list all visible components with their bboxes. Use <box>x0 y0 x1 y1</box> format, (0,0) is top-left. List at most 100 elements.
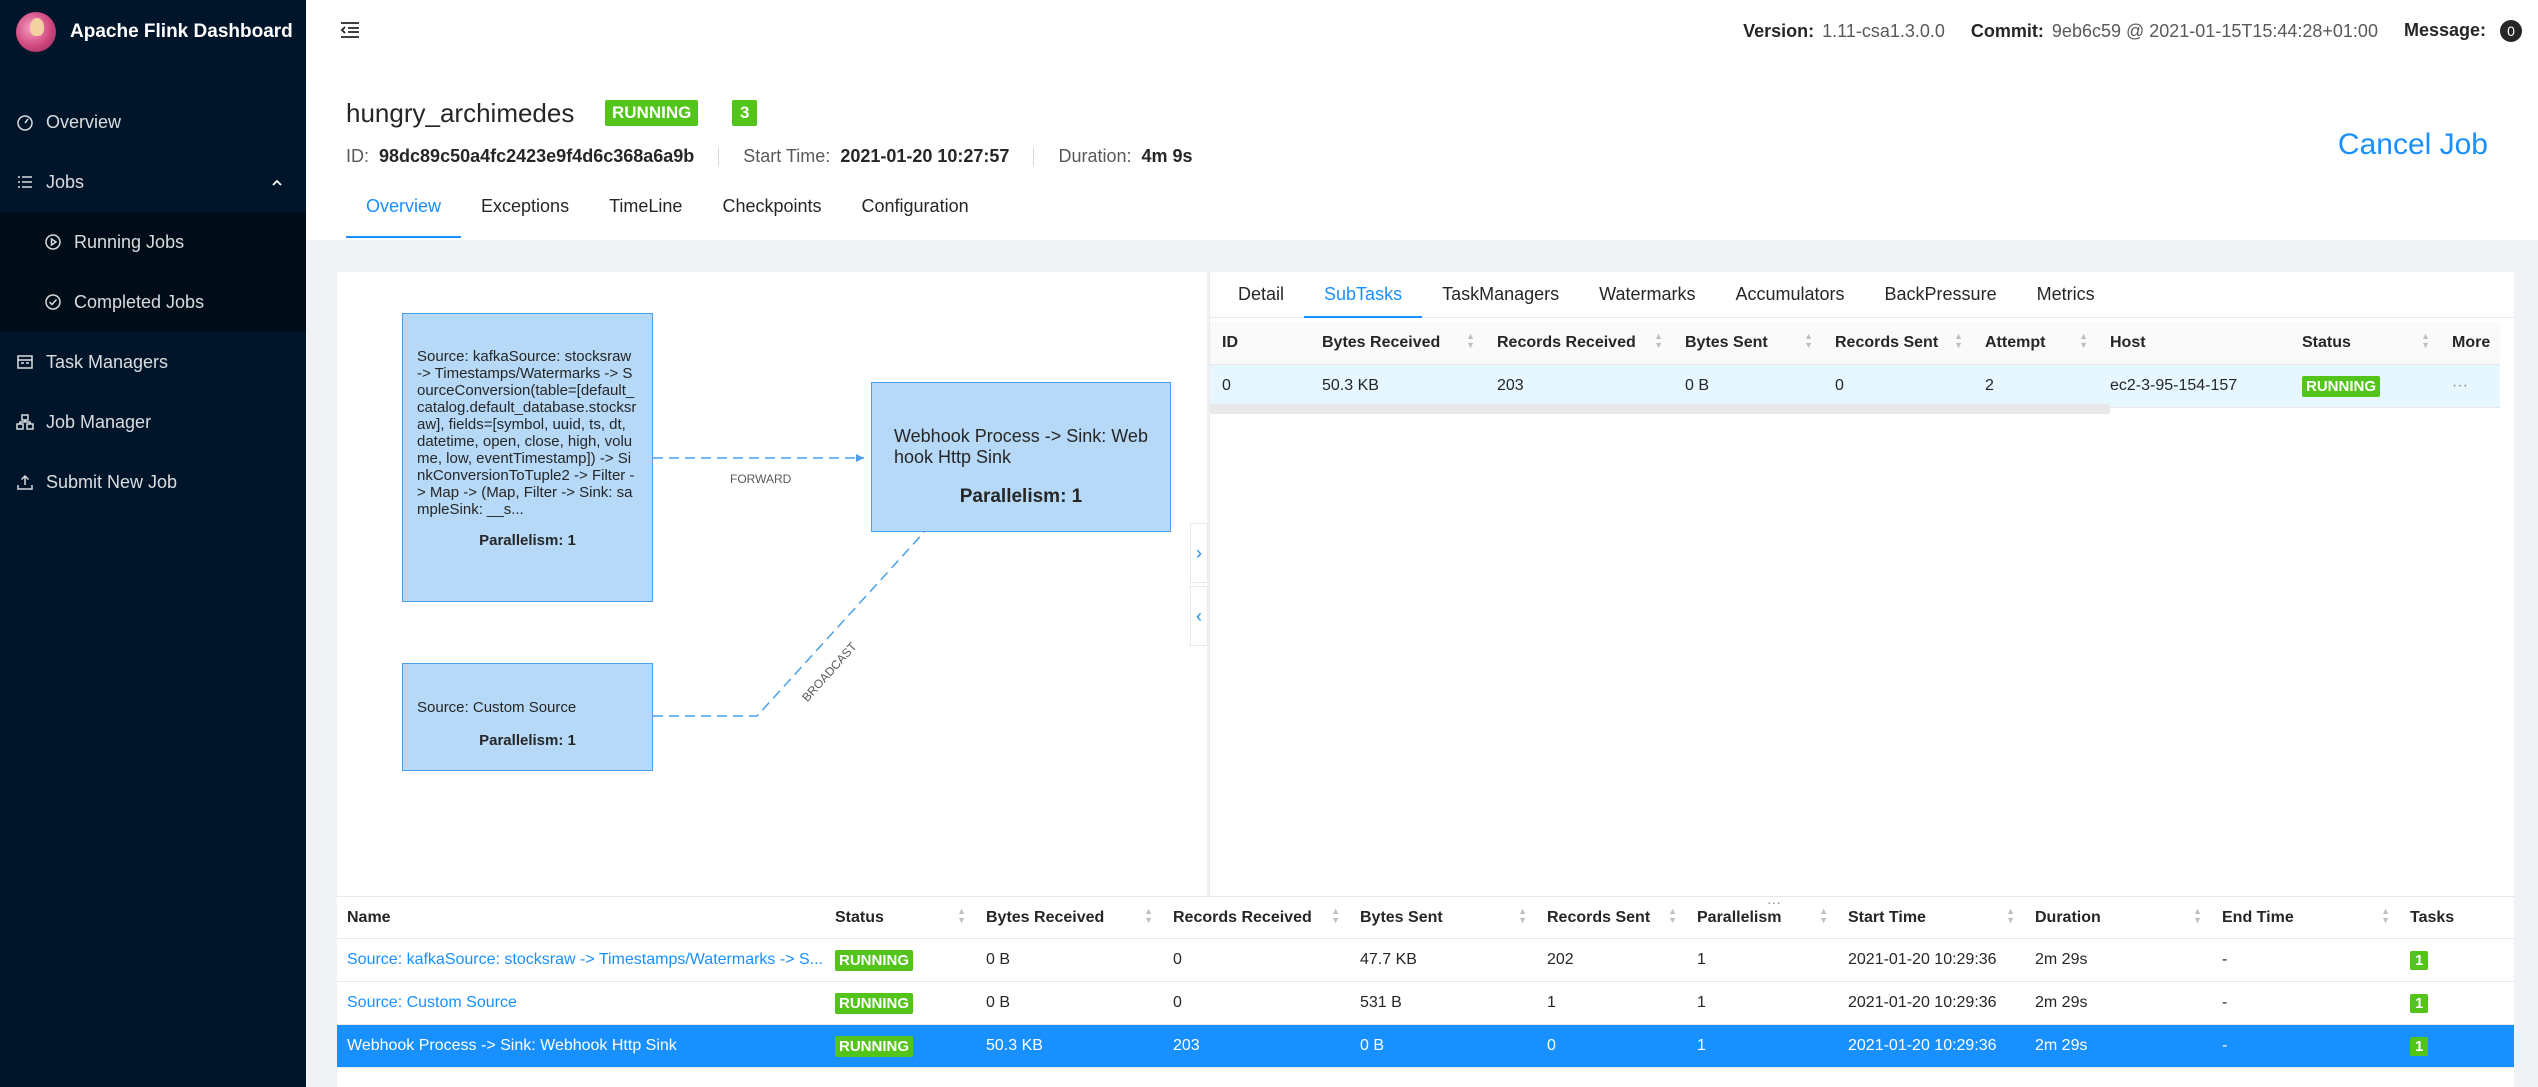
flink-logo-icon <box>16 12 56 52</box>
chevron-left-icon: ‹ <box>1196 606 1202 626</box>
graph-node-custom-source[interactable]: Source: Custom Source Parallelism: 1 <box>402 663 653 771</box>
node-description: Webhook Process -> Sink: Webhook Http Si… <box>894 426 1148 467</box>
play-circle-icon <box>44 233 62 251</box>
col-header[interactable]: Bytes Received ▲ ▼ <box>976 909 1163 927</box>
more-button[interactable]: ··· <box>2440 377 2500 395</box>
sort-icon: ▲ ▼ <box>1819 908 1828 925</box>
start-time-label: Start Time: <box>743 146 831 166</box>
tab-accumulators[interactable]: Accumulators <box>1715 272 1864 318</box>
expand-panel-button[interactable]: › <box>1190 523 1208 583</box>
collapse-panel-button[interactable]: ‹ <box>1190 586 1208 646</box>
menu-fold-icon[interactable] <box>338 18 362 42</box>
sidebar-item-completed-jobs[interactable]: Completed Jobs <box>0 272 306 332</box>
sidebar-item-task-managers[interactable]: Task Managers <box>0 332 306 392</box>
col-header[interactable]: Bytes Sent ▲ ▼ <box>1350 909 1537 927</box>
col-header[interactable]: Parallelism ▲ ▼ <box>1687 909 1838 927</box>
tab-checkpoints[interactable]: Checkpoints <box>702 188 841 238</box>
message-count-badge[interactable]: 0 <box>2500 20 2522 42</box>
cell: 0 <box>1547 1037 1556 1054</box>
sidebar-item-jobs[interactable]: Jobs <box>0 152 306 212</box>
col-header[interactable]: Status ▲ ▼ <box>825 909 976 927</box>
cell: 0 B <box>986 994 1011 1011</box>
vertices-table: ··· Name Status ▲ ▼ Bytes Received ▲ ▼ Recor… <box>337 894 2514 1087</box>
col-header[interactable]: Duration ▲ ▼ <box>2025 909 2212 927</box>
commit-value: 9eb6c59 @ 2021-01-15T15:44:28+01:00 <box>2051 20 2378 41</box>
vertex-name-link[interactable]: Webhook Process -> Sink: Webhook Http Si… <box>337 1037 825 1055</box>
chevron-right-icon: › <box>1196 543 1202 563</box>
cell: 203 <box>1173 1037 1200 1054</box>
vertex-name-link[interactable]: Source: kafkaSource: stocksraw -> Timest… <box>337 951 825 969</box>
sort-icon: ▲ ▼ <box>1466 331 1475 350</box>
sort-icon: ▲ ▼ <box>1654 331 1663 350</box>
cell: 50.3 KB <box>986 1037 1043 1054</box>
cell: - <box>2222 951 2228 968</box>
status-badge: RUNNING <box>835 949 913 971</box>
tab-exceptions[interactable]: Exceptions <box>461 188 589 238</box>
node-parallelism: Parallelism: 1 <box>479 732 576 749</box>
table-row[interactable]: Source: Custom Source RUNNING 0 B 0 531 … <box>337 982 2514 1025</box>
tab-timeline[interactable]: TimeLine <box>589 188 702 238</box>
cell: 0 B <box>986 951 1011 968</box>
table-header-row: Name Status ▲ ▼ Bytes Received ▲ ▼ Records R… <box>337 896 2514 939</box>
sidebar-item-job-manager[interactable]: Job Manager <box>0 392 306 452</box>
col-header[interactable]: Start Time ▲ ▼ <box>1838 909 2025 927</box>
sort-icon: ▲ ▼ <box>957 908 966 925</box>
sidebar-item-submit-new-job[interactable]: Submit New Job <box>0 452 306 512</box>
col-header[interactable]: Records Sent ▲ ▼ <box>1537 909 1687 927</box>
chevron-up-icon[interactable] <box>270 174 284 195</box>
tab-overview[interactable]: Overview <box>346 188 462 238</box>
col-header[interactable]: Host <box>2098 334 2290 352</box>
version-label: Version: <box>1743 20 1815 41</box>
sidebar-item-overview[interactable]: Overview <box>0 92 306 152</box>
col-header[interactable]: End Time ▲ ▼ <box>2212 909 2400 927</box>
tab-detail[interactable]: Detail <box>1218 272 1304 318</box>
cancel-job-button[interactable]: Cancel Job <box>2338 128 2488 162</box>
cell: 531 B <box>1360 994 1402 1011</box>
sidebar-item-running-jobs[interactable]: Running Jobs <box>0 212 306 272</box>
duration-label: Duration: <box>1058 146 1132 166</box>
tab-metrics[interactable]: Metrics <box>2017 272 2115 318</box>
brand[interactable]: Apache Flink Dashboard <box>0 0 306 64</box>
job-tabs: Overview Exceptions TimeLine Checkpoints… <box>346 188 989 238</box>
col-header[interactable]: Records Received ▲ ▼ <box>1163 909 1350 927</box>
status-badge: RUNNING <box>835 992 913 1014</box>
sort-icon: ▲ ▼ <box>1954 331 1963 350</box>
sidebar-item-label: Running Jobs <box>74 231 185 252</box>
table-row[interactable]: Source: kafkaSource: stocksraw -> Timest… <box>337 939 2514 982</box>
cell: 0 <box>1835 377 1844 394</box>
cell: 0 <box>1173 994 1182 1011</box>
sidebar: Apache Flink Dashboard Overview Jobs Run… <box>0 0 306 1087</box>
col-header[interactable]: Status ▲ ▼ <box>2290 332 2440 352</box>
graph-node-webhook-sink[interactable]: Webhook Process -> Sink: Webhook Http Si… <box>871 382 1171 532</box>
app-title: Apache Flink Dashboard <box>70 21 293 42</box>
tab-configuration[interactable]: Configuration <box>842 188 989 238</box>
cell: 47.7 KB <box>1360 951 1417 968</box>
col-header[interactable]: Bytes Sent ▲ ▼ <box>1673 332 1823 352</box>
col-header[interactable]: Bytes Received ▲ ▼ <box>1310 331 1485 352</box>
tasks-badge: 1 <box>2410 1036 2429 1056</box>
col-header: Tasks <box>2410 908 2455 926</box>
tab-backpressure[interactable]: BackPressure <box>1865 272 2017 318</box>
table-row[interactable]: 0 50.3 KB 203 0 B 0 2 ec2-3-95-154-157 R… <box>1210 365 2500 408</box>
col-header[interactable]: ID <box>1210 334 1310 352</box>
col-header[interactable]: Name <box>337 909 825 927</box>
status-badge: RUNNING <box>835 1035 913 1057</box>
subtasks-table: ID Bytes Received ▲ ▼ Records Received ▲ ▼ B… <box>1210 322 2500 408</box>
col-header[interactable]: Records Sent ▲ ▼ <box>1823 331 1973 352</box>
graph-node-kafka-source[interactable]: Source: kafkaSource: stocksraw -> Timest… <box>402 313 653 602</box>
tasks-badge: 1 <box>2410 950 2429 970</box>
sort-icon: ▲ ▼ <box>2006 908 2015 925</box>
cell: 2m 29s <box>2035 994 2088 1011</box>
tab-subtasks[interactable]: SubTasks <box>1304 272 1423 318</box>
node-parallelism: Parallelism: 1 <box>479 532 576 549</box>
job-status-badge: RUNNING <box>605 100 699 126</box>
horizontal-scrollbar[interactable] <box>1210 404 2110 414</box>
col-header[interactable]: Records Received ▲ ▼ <box>1485 331 1673 352</box>
tab-taskmanagers[interactable]: TaskManagers <box>1422 272 1579 318</box>
version-value: 1.11-csa1.3.0.0 <box>1822 20 1945 41</box>
vertex-name-link[interactable]: Source: Custom Source <box>337 994 825 1012</box>
table-row-selected[interactable]: Webhook Process -> Sink: Webhook Http Si… <box>337 1025 2514 1068</box>
tab-watermarks[interactable]: Watermarks <box>1579 272 1715 318</box>
job-graph[interactable]: FORWARD BROADCAST Source: kafkaSource: s… <box>337 272 1207 896</box>
col-header[interactable]: Attempt ▲ ▼ <box>1973 332 2098 352</box>
